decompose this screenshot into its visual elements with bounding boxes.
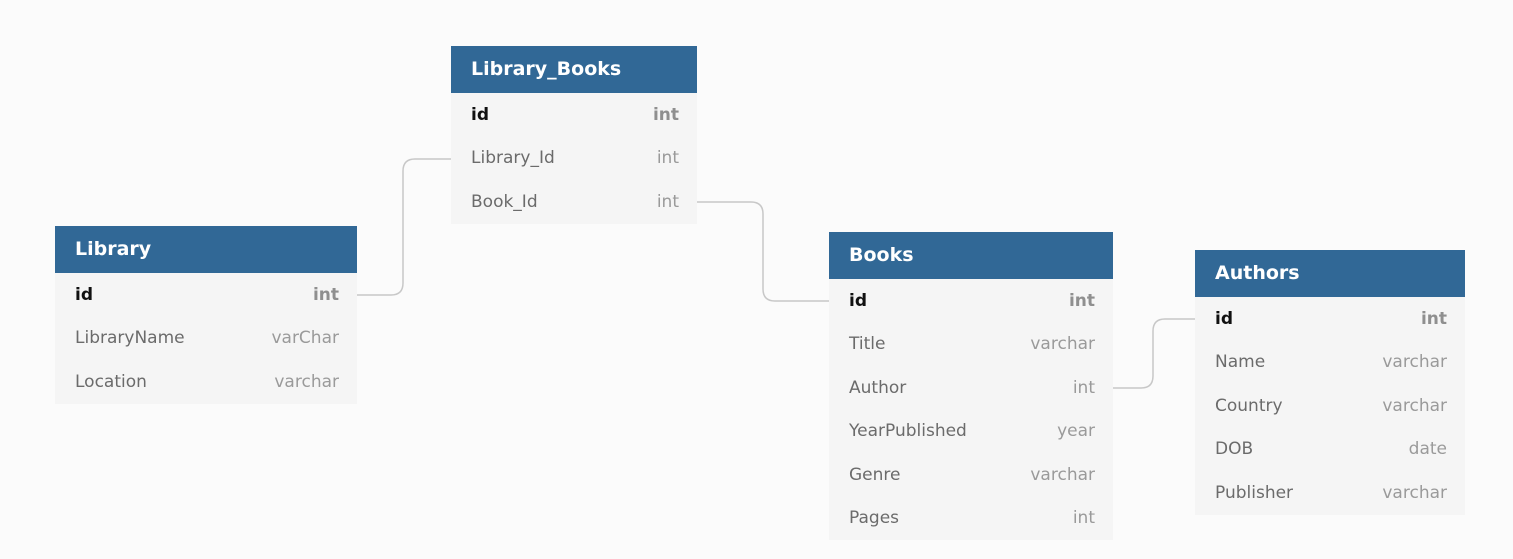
field-name: id [471, 104, 489, 125]
field-type: int [312, 284, 339, 305]
field-name: Location [75, 371, 147, 392]
field-row[interactable]: Pages int [829, 497, 1113, 541]
field-name: DOB [1215, 439, 1254, 460]
field-name: Book_Id [471, 191, 538, 212]
field-type: int [1068, 290, 1095, 311]
table-authors[interactable]: Authors id int Name varchar Country varc… [1195, 250, 1465, 515]
relation-books-to-authors[interactable] [1113, 318, 1195, 389]
field-type: int [1072, 508, 1095, 529]
field-type: int [652, 104, 679, 125]
table-header[interactable]: Library_Books [451, 46, 697, 93]
field-type: varchar [1382, 482, 1447, 503]
field-name: Pages [849, 508, 900, 529]
field-type: year [1057, 421, 1095, 442]
field-row[interactable]: Library_Id int [451, 137, 697, 181]
relation-library-to-library-books[interactable] [357, 158, 451, 296]
field-row[interactable]: id int [55, 273, 357, 317]
table-header[interactable]: Library [55, 226, 357, 273]
field-type: varChar [271, 328, 339, 349]
table-library[interactable]: Library id int LibraryName varChar Locat… [55, 226, 357, 404]
field-name: id [849, 290, 867, 311]
field-row[interactable]: Author int [829, 366, 1113, 410]
field-row[interactable]: id int [451, 93, 697, 137]
field-name: Publisher [1215, 482, 1294, 503]
field-row[interactable]: Country varchar [1195, 384, 1465, 428]
field-name: YearPublished [849, 421, 967, 442]
field-type: varchar [1030, 334, 1095, 355]
field-row[interactable]: YearPublished year [829, 410, 1113, 454]
field-row[interactable]: Location varchar [55, 360, 357, 404]
field-row[interactable]: id int [1195, 297, 1465, 341]
field-row[interactable]: Name varchar [1195, 341, 1465, 385]
field-name: Name [1215, 352, 1266, 373]
field-row[interactable]: Publisher varchar [1195, 471, 1465, 515]
table-header[interactable]: Authors [1195, 250, 1465, 297]
field-row[interactable]: id int [829, 279, 1113, 323]
field-type: varchar [274, 371, 339, 392]
field-row[interactable]: Title varchar [829, 323, 1113, 367]
field-name: Author [849, 377, 907, 398]
field-type: int [1072, 377, 1095, 398]
field-row[interactable]: DOB date [1195, 428, 1465, 472]
field-type: varchar [1382, 395, 1447, 416]
field-name: id [75, 284, 93, 305]
field-row[interactable]: LibraryName varChar [55, 317, 357, 361]
field-name: id [1215, 308, 1233, 329]
table-header[interactable]: Books [829, 232, 1113, 279]
table-books[interactable]: Books id int Title varchar Author int Ye… [829, 232, 1113, 540]
table-library-books[interactable]: Library_Books id int Library_Id int Book… [451, 46, 697, 224]
field-name: Genre [849, 464, 901, 485]
field-row[interactable]: Genre varchar [829, 453, 1113, 497]
field-type: int [656, 191, 679, 212]
field-name: LibraryName [75, 328, 185, 349]
field-name: Library_Id [471, 148, 555, 169]
field-type: varchar [1030, 464, 1095, 485]
field-type: date [1408, 439, 1447, 460]
field-name: Country [1215, 395, 1283, 416]
field-type: int [656, 148, 679, 169]
field-row[interactable]: Book_Id int [451, 180, 697, 224]
relation-library-books-to-books[interactable] [697, 201, 829, 302]
field-name: Title [849, 334, 886, 355]
field-type: int [1420, 308, 1447, 329]
field-type: varchar [1382, 352, 1447, 373]
